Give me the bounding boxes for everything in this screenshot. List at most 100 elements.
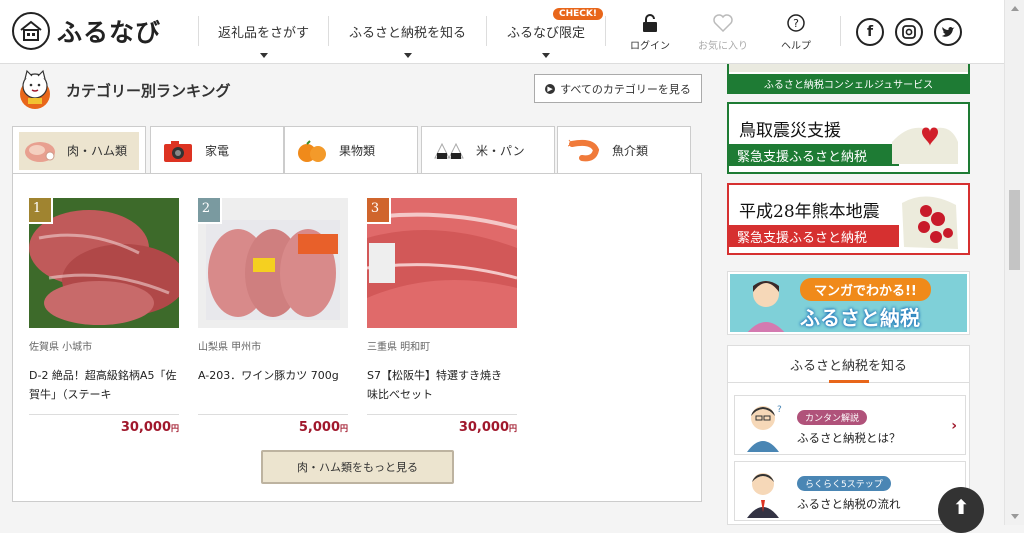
product-image[interactable]: 3 [367,198,517,328]
logo-text: ふるなび [57,18,162,47]
favorites-label: お気に入り [698,41,748,52]
scroll-down-icon[interactable] [1011,514,1019,519]
tab-fruit[interactable]: 果物類 [284,126,418,174]
item-name[interactable]: A-203．ワイン豚カツ 700g [198,366,348,404]
nav-search-gifts[interactable]: 返礼品をさがす [198,16,328,58]
facebook-icon[interactable]: f [856,18,884,46]
sidebar: ふるさと納税コンシェルジュサービス 鳥取震災支援 緊急支援ふるさと納税 平成28… [727,64,970,525]
learn-item-flow[interactable]: らくらく5ステップ ふるさと納税の流れ › [734,461,966,521]
see-more-button[interactable]: 肉・ハム類をもっと見る [261,450,454,484]
all-categories-label: すべてのカテゴリーを見る [560,82,691,96]
tab-label: 米・パン [476,144,525,158]
product-image[interactable]: 2 [198,198,348,328]
section-title: カテゴリー別ランキング [66,81,231,100]
tab-rice[interactable]: 米・パン [421,126,555,174]
logo[interactable]: ふるなび [12,12,161,50]
item-price: 30,000円 [367,414,517,435]
banner-strip [729,64,968,72]
lucky-cat-icon [12,65,58,115]
favorites-button[interactable]: お気に入り [693,12,753,52]
nav-label: ふるさと納税を知る [348,25,466,41]
chevron-down-icon [403,53,412,58]
tottori-title: 鳥取震災支援 [739,121,841,141]
svg-text:?: ? [777,405,782,415]
manga-banner[interactable]: マンガでわかる!! ふるさと納税 [727,271,970,335]
ranking-panel: 1 佐賀県 小城市 D-2 絶品！超高級銘柄A5「佐賀牛」（ステーキ 30,00… [12,173,702,502]
tab-label: 魚介類 [612,144,649,158]
learn-title: ふるさと納税を知る [728,346,969,383]
help-button[interactable]: ? ヘルプ [766,12,826,52]
tottori-sub: 緊急支援ふるさと納税 [729,144,899,166]
title-underline [829,380,869,383]
tab-appliances[interactable]: 家電 [150,126,284,174]
ranking-item[interactable]: 1 佐賀県 小城市 D-2 絶品！超高級銘柄A5「佐賀牛」（ステーキ 30,00… [29,198,179,435]
chevron-right-icon: ▶ [545,83,556,94]
character-icon [747,281,785,332]
ranking-item[interactable]: 2 山梨県 甲州市 A-203．ワイン豚カツ 700g 5,000円 [198,198,348,435]
meat-icon [25,141,55,162]
price-unit: 円 [509,424,517,433]
manga-bg: マンガでわかる!! ふるさと納税 [730,274,967,332]
item-name[interactable]: S7【松阪牛】特選すき焼き 味比べセット [367,366,517,404]
kumamoto-banner[interactable]: 平成28年熊本地震 緊急支援ふるさと納税 [727,183,970,255]
nav-label: ふるなび限定 [506,25,585,41]
nav-learn[interactable]: ふるさと納税を知る [328,16,486,58]
concierge-banner[interactable]: ふるさと納税コンシェルジュサービス [727,64,970,94]
back-to-top-button[interactable]: ⬆ [938,487,984,533]
tab-seafood[interactable]: 魚介類 [557,126,691,174]
manga-line2: ふるさと納税 [800,306,920,330]
ranking-item[interactable]: 3 三重県 明和町 S7【松阪牛】特選すき焼き 味比べセット 30,000円 [367,198,517,435]
tab-meat[interactable]: 肉・ハム類 [12,126,146,174]
help-label: ヘルプ [781,41,811,52]
item-name[interactable]: D-2 絶品！超高級銘柄A5「佐賀牛」（ステーキ [29,366,179,404]
tag-badge: カンタン解説 [797,410,868,425]
login-button[interactable]: ログイン [620,12,680,52]
twitter-icon[interactable] [934,18,962,46]
price-unit: 円 [171,424,179,433]
item-location: 山梨県 甲州市 [198,342,262,353]
scroll-up-icon[interactable] [1011,6,1019,11]
item-price: 5,000円 [198,414,348,435]
businessman-icon [747,473,779,518]
nav-label: 返礼品をさがす [217,25,309,41]
nav-limited[interactable]: ふるなび限定 [486,16,606,58]
orange-icon [298,139,326,162]
item-location: 三重県 明和町 [367,342,431,353]
scrollbar-thumb[interactable] [1009,190,1020,270]
price-value: 30,000 [458,420,509,435]
site-header: ふるなび 返礼品をさがす ふるさと納税を知る ふるなび限定 CHECK! ログイ… [0,0,1004,64]
scrollbar[interactable] [1004,0,1024,525]
tab-label: 家電 [205,144,230,158]
tag-badge: らくらく5ステップ [797,476,891,491]
rank-badge: 2 [198,198,222,224]
item-price: 30,000円 [29,414,179,435]
all-categories-button[interactable]: ▶ すべてのカテゴリーを見る [534,74,702,103]
learn-item-explain[interactable]: ? カンタン解説 ふるさと納税とは？ › [734,395,966,455]
price-value: 5,000 [298,420,340,435]
chevron-down-icon [259,53,268,58]
camera-icon [164,140,192,162]
learn-furusato-box: ふるさと納税を知る ? カンタン解説 ふるさと納税とは？ › らくらく5ステップ… [727,345,970,525]
learn-item-text: ふるさと納税の流れ [797,497,901,511]
divider [840,16,841,46]
chevron-down-icon [542,53,550,58]
heart-cluster-icon [902,196,958,249]
rank-badge: 3 [367,198,391,224]
kumamoto-title: 平成28年熊本地震 [739,202,880,222]
product-image[interactable]: 1 [29,198,179,328]
chevron-right-icon: › [951,418,957,434]
shrimp-icon [568,139,600,161]
main-content: カテゴリー別ランキング ▶ すべてのカテゴリーを見る 肉・ハム類 家電 果物類 米… [12,64,702,525]
rank-badge: 1 [29,198,53,224]
heart-icon [693,12,753,34]
arrow-up-icon: ⬆ [952,495,970,519]
item-location: 佐賀県 小城市 [29,342,93,353]
tottori-banner[interactable]: 鳥取震災支援 緊急支援ふるさと納税 [727,102,970,174]
tab-label: 果物類 [339,144,376,158]
help-icon: ? [766,12,826,34]
instagram-icon[interactable] [895,18,923,46]
rice-icon [434,142,464,159]
price-value: 30,000 [120,420,171,435]
svg-text:?: ? [793,17,799,30]
logo-icon [12,12,50,50]
